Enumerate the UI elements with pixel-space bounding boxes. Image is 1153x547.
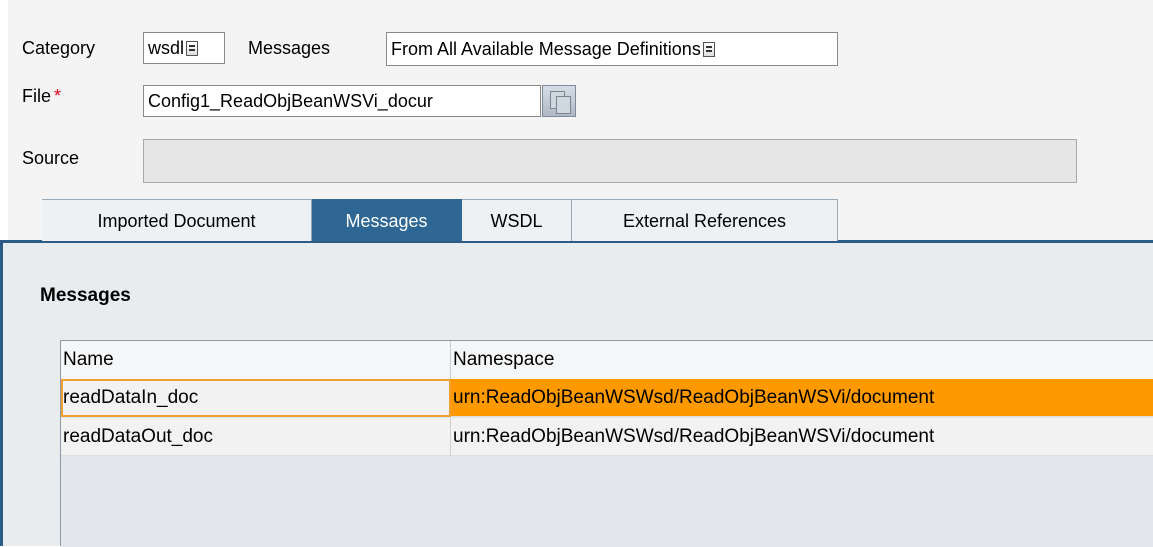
source-input — [143, 139, 1077, 183]
required-marker: * — [54, 86, 62, 106]
table-empty-area — [61, 457, 1153, 547]
table-row[interactable]: readDataIn_doc urn:ReadObjBeanWSWsd/Read… — [61, 379, 1153, 417]
left-margin — [0, 0, 8, 242]
messages-select[interactable]: From All Available Message Definitions — [386, 32, 838, 66]
copy-page-front — [556, 96, 571, 114]
cell-namespace[interactable]: urn:ReadObjBeanWSWsd/ReadObjBeanWSVi/doc… — [451, 418, 1153, 456]
column-header-name[interactable]: Name — [61, 341, 451, 379]
dropdown-icon[interactable] — [702, 42, 715, 57]
tab-imported-document[interactable]: Imported Document — [42, 199, 312, 241]
table-header-row: Name Namespace — [61, 341, 1153, 379]
messages-label: Messages — [248, 38, 331, 58]
category-value: wsdl — [148, 38, 185, 58]
messages-select-value: From All Available Message Definitions — [391, 39, 701, 59]
cell-namespace[interactable]: urn:ReadObjBeanWSWsd/ReadObjBeanWSVi/doc… — [451, 379, 1153, 417]
table-row[interactable]: readDataOut_doc urn:ReadObjBeanWSWsd/Rea… — [61, 418, 1153, 456]
cell-name[interactable]: readDataIn_doc — [61, 379, 451, 417]
tab-wsdl[interactable]: WSDL — [462, 199, 572, 241]
messages-table: Name Namespace readDataIn_doc urn:ReadOb… — [60, 340, 1153, 547]
category-select[interactable]: wsdl — [143, 32, 225, 64]
column-header-namespace[interactable]: Namespace — [451, 341, 1153, 379]
file-label: File * — [22, 85, 61, 107]
copy-document-icon[interactable] — [542, 85, 576, 117]
source-label: Source — [22, 148, 80, 168]
file-label-text: File — [22, 86, 52, 106]
section-title: Messages — [40, 285, 131, 306]
file-input-value: Config1_ReadObjBeanWSVi_docur — [148, 91, 433, 111]
cell-name[interactable]: readDataOut_doc — [61, 418, 451, 456]
category-label: Category — [22, 38, 96, 58]
tab-external-references[interactable]: External References — [572, 199, 838, 241]
dropdown-icon[interactable] — [186, 41, 199, 56]
file-input[interactable]: Config1_ReadObjBeanWSVi_docur — [143, 85, 541, 117]
tab-messages[interactable]: Messages — [312, 199, 462, 241]
